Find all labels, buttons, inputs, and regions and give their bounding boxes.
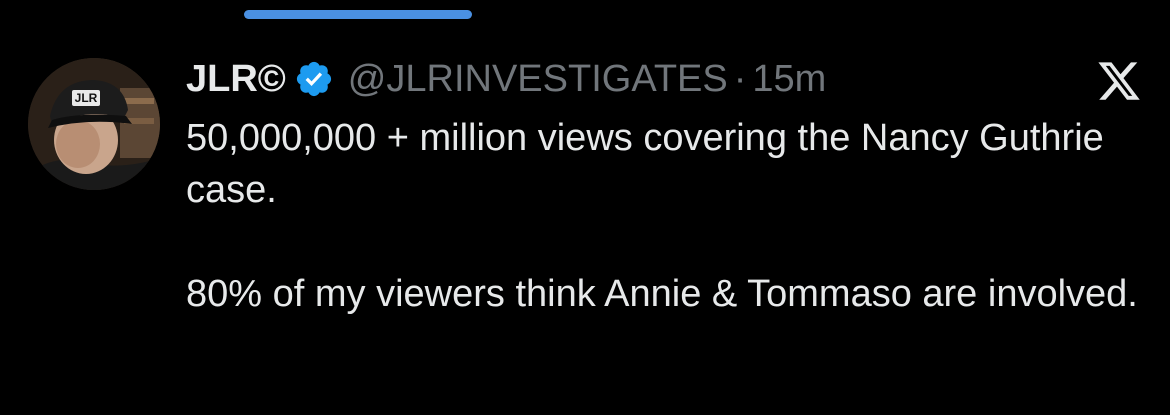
tweet-paragraph: 80% of my viewers think Annie & Tommaso … [186,273,1138,315]
top-scroll-indicator [244,10,472,19]
x-logo-icon[interactable] [1096,58,1142,104]
avatar-cap-logo: JLR [75,91,98,105]
separator-dot: · [733,57,747,100]
display-name[interactable]: JLR© [186,58,286,101]
person-in-cap-avatar-icon: JLR [28,58,160,190]
tweet-header: JLR© @JLRINVESTIGATES · 15m [186,52,1150,106]
tweet-paragraph: 50,000,000 + million views covering the … [186,117,1104,211]
tweet[interactable]: JLR© @JLRINVESTIGATES · 15m 50,000,000 +… [186,52,1150,320]
avatar[interactable]: JLR [28,58,160,190]
tweet-text: 50,000,000 + million views covering the … [186,112,1146,320]
timestamp[interactable]: 15m [752,58,826,101]
handle[interactable]: @JLRINVESTIGATES [348,58,728,101]
verified-badge-icon[interactable] [294,59,334,99]
